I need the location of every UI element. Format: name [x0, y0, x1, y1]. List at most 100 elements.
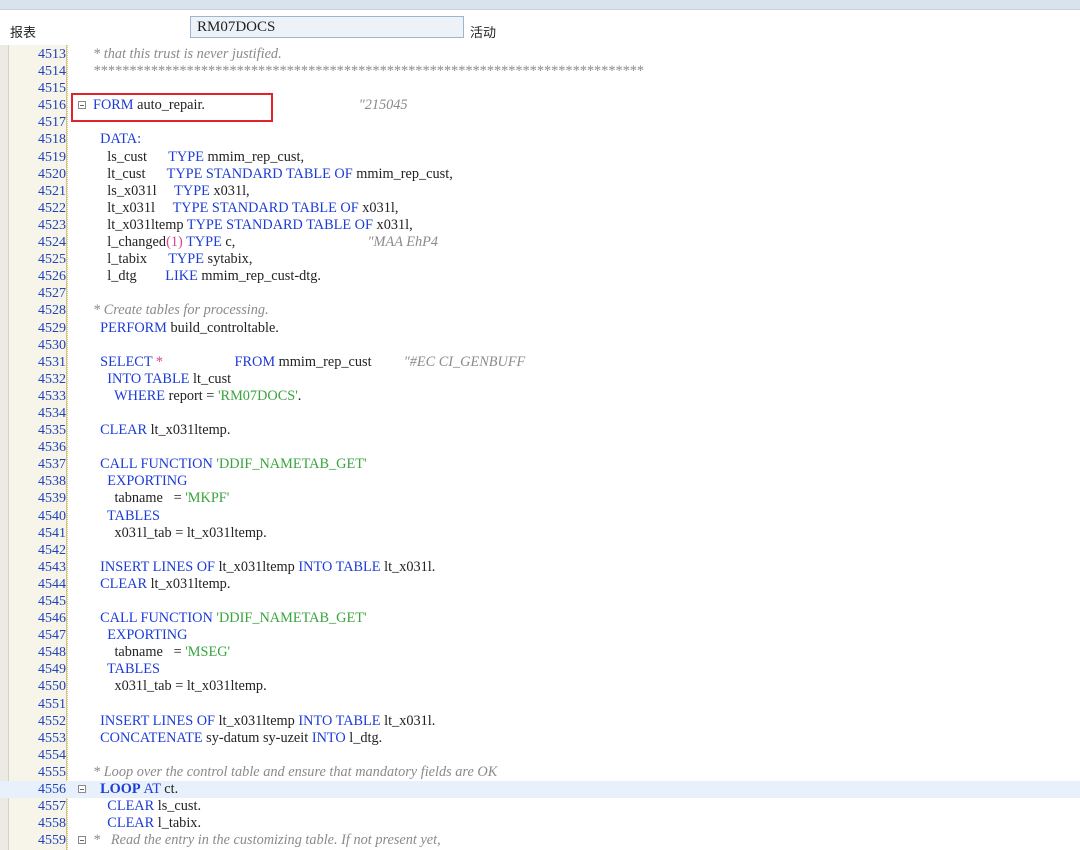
code-text: * Loop over the control table and ensure… — [93, 764, 497, 781]
code-line[interactable]: 4559 * Read the entry in the customizing … — [0, 832, 1080, 849]
code-line[interactable]: 4549 TABLES — [0, 661, 1080, 678]
code-line[interactable]: 4551 — [0, 696, 1080, 713]
code-line[interactable]: 4544 CLEAR lt_x031ltemp. — [0, 576, 1080, 593]
editor-header: 报表 RM07DOCS 活动 — [0, 10, 1080, 44]
code-token: tabname = — [93, 490, 186, 507]
code-token: 'DDIF_NAMETAB_GET' — [216, 456, 367, 473]
code-text: l_changed(1) TYPE c, "MAA EhP4 — [93, 234, 438, 251]
code-text: x031l_tab = lt_x031ltemp. — [93, 524, 267, 542]
code-line[interactable]: 4535 CLEAR lt_x031ltemp. — [0, 422, 1080, 439]
code-token: x031l_tab = lt_x031ltemp. — [93, 524, 267, 541]
code-line[interactable]: 4518 DATA: — [0, 131, 1080, 148]
code-text: tabname = 'MSEG' — [93, 644, 230, 661]
code-token: 'MSEG' — [185, 644, 231, 661]
code-token: lt_x031l — [93, 199, 173, 216]
code-line[interactable]: 4527 — [0, 285, 1080, 302]
code-line[interactable]: 4556 LOOP AT ct. — [0, 781, 1080, 799]
code-token: LOOP — [93, 781, 141, 798]
code-token: FROM — [234, 353, 276, 370]
code-line[interactable]: 4531 SELECT * FROM mmim_rep_cust "#EC CI… — [0, 354, 1080, 371]
code-line[interactable]: 4521 ls_x031l TYPE x031l, — [0, 183, 1080, 200]
code-text: INTO TABLE lt_cust — [93, 371, 231, 388]
code-line[interactable]: 4554 — [0, 747, 1080, 764]
abap-code-editor[interactable]: 4513 * that this trust is never justified… — [0, 45, 1080, 850]
code-line[interactable]: 4546 CALL FUNCTION 'DDIF_NAMETAB_GET' — [0, 610, 1080, 627]
code-text: EXPORTING — [93, 473, 187, 490]
code-token: * Read the entry in the customizing tabl… — [93, 832, 441, 849]
collapse-block-icon[interactable] — [78, 836, 86, 845]
code-text: lt_cust TYPE STANDARD TABLE OF mmim_rep_… — [93, 166, 453, 183]
code-line[interactable]: 4520 lt_cust TYPE STANDARD TABLE OF mmim… — [0, 166, 1080, 183]
code-text: * Read the entry in the customizing tabl… — [93, 832, 441, 849]
code-token: LIKE — [165, 268, 198, 285]
code-line[interactable]: 4540 TABLES — [0, 508, 1080, 525]
code-token: TYPE — [186, 234, 222, 251]
code-line[interactable]: 4548 tabname = 'MSEG' — [0, 644, 1080, 661]
line-number: 4541 — [38, 525, 66, 541]
code-token: INSERT LINES OF — [93, 558, 215, 575]
code-text: l_tabix TYPE sytabix, — [93, 251, 252, 268]
code-line[interactable]: 4539 tabname = 'MKPF' — [0, 490, 1080, 507]
code-line[interactable]: 4545 — [0, 593, 1080, 610]
report-label: 报表 — [10, 26, 37, 41]
line-number: 4531 — [38, 354, 66, 370]
code-token: "MAA EhP4 — [235, 234, 439, 251]
code-token: lt_cust — [93, 165, 167, 182]
code-token: lt_cust — [189, 370, 232, 387]
code-line[interactable]: 4555 * Loop over the control table and en… — [0, 764, 1080, 781]
line-number: 4538 — [38, 474, 66, 490]
program-name-field[interactable]: RM07DOCS — [190, 16, 464, 38]
code-line[interactable]: 4550 x031l_tab = lt_x031ltemp. — [0, 678, 1080, 695]
code-line[interactable]: 4553 CONCATENATE sy-datum sy-uzeit INTO … — [0, 730, 1080, 747]
code-token: * Create tables for processing. — [93, 302, 269, 319]
code-token: TYPE STANDARD TABLE OF — [172, 199, 359, 216]
line-number: 4529 — [38, 320, 66, 336]
collapse-block-icon[interactable] — [78, 785, 86, 794]
line-number: 4514 — [38, 64, 66, 80]
code-line[interactable]: 4541 x031l_tab = lt_x031ltemp. — [0, 525, 1080, 542]
code-token: x031l, — [358, 199, 399, 216]
code-token: * — [152, 353, 164, 370]
code-token: build_controltable. — [166, 319, 279, 336]
code-line[interactable]: 4528 * Create tables for processing. — [0, 302, 1080, 319]
code-line[interactable]: 4525 l_tabix TYPE sytabix, — [0, 251, 1080, 268]
code-line[interactable]: 4514 ************************************… — [0, 63, 1080, 80]
code-token: lt_x031ltemp — [215, 712, 299, 729]
code-line[interactable]: 4552 INSERT LINES OF lt_x031ltemp INTO T… — [0, 713, 1080, 730]
code-line[interactable]: 4526 l_dtg LIKE mmim_rep_cust-dtg. — [0, 268, 1080, 285]
line-number: 4513 — [38, 47, 66, 62]
code-line[interactable]: 4532 INTO TABLE lt_cust — [0, 371, 1080, 388]
code-token: * that this trust is never justified. — [93, 46, 282, 62]
code-line[interactable]: 4536 — [0, 439, 1080, 456]
code-line[interactable]: 4533 WHERE report = 'RM07DOCS'. — [0, 388, 1080, 405]
line-number: 4534 — [38, 405, 66, 421]
code-line[interactable]: 4519 ls_cust TYPE mmim_rep_cust, — [0, 149, 1080, 166]
code-token: TABLES — [93, 661, 160, 678]
code-line[interactable]: 4530 — [0, 337, 1080, 354]
code-token: 'RM07DOCS' — [217, 387, 298, 404]
code-line[interactable]: 4558 CLEAR l_tabix. — [0, 815, 1080, 832]
code-line[interactable]: 4524 l_changed(1) TYPE c, "MAA EhP4 — [0, 234, 1080, 251]
code-line[interactable]: 4538 EXPORTING — [0, 473, 1080, 490]
code-line[interactable]: 4557 CLEAR ls_cust. — [0, 798, 1080, 815]
code-line[interactable]: 4534 — [0, 405, 1080, 422]
code-line[interactable]: 4529 PERFORM build_controltable. — [0, 320, 1080, 337]
code-token: c, — [221, 234, 236, 251]
code-token: AT — [140, 781, 161, 798]
code-token: TYPE — [168, 251, 204, 268]
code-line[interactable]: 4513 * that this trust is never justified… — [0, 46, 1080, 63]
code-line[interactable]: 4522 lt_x031l TYPE STANDARD TABLE OF x03… — [0, 200, 1080, 217]
code-token: x031l_tab = lt_x031ltemp. — [93, 678, 267, 695]
code-text: INSERT LINES OF lt_x031ltemp INTO TABLE … — [93, 559, 435, 576]
code-text: SELECT * FROM mmim_rep_cust "#EC CI_GENB… — [93, 354, 525, 371]
code-line[interactable]: 4543 INSERT LINES OF lt_x031ltemp INTO T… — [0, 559, 1080, 576]
line-number: 4545 — [38, 594, 66, 609]
code-line[interactable]: 4523 lt_x031ltemp TYPE STANDARD TABLE OF… — [0, 217, 1080, 234]
line-number: 4557 — [38, 799, 66, 815]
line-number: 4548 — [38, 645, 66, 661]
code-line[interactable]: 4537 CALL FUNCTION 'DDIF_NAMETAB_GET' — [0, 456, 1080, 473]
code-line[interactable]: 4547 EXPORTING — [0, 627, 1080, 644]
line-number: 4540 — [38, 508, 66, 524]
code-line[interactable]: 4542 — [0, 542, 1080, 559]
